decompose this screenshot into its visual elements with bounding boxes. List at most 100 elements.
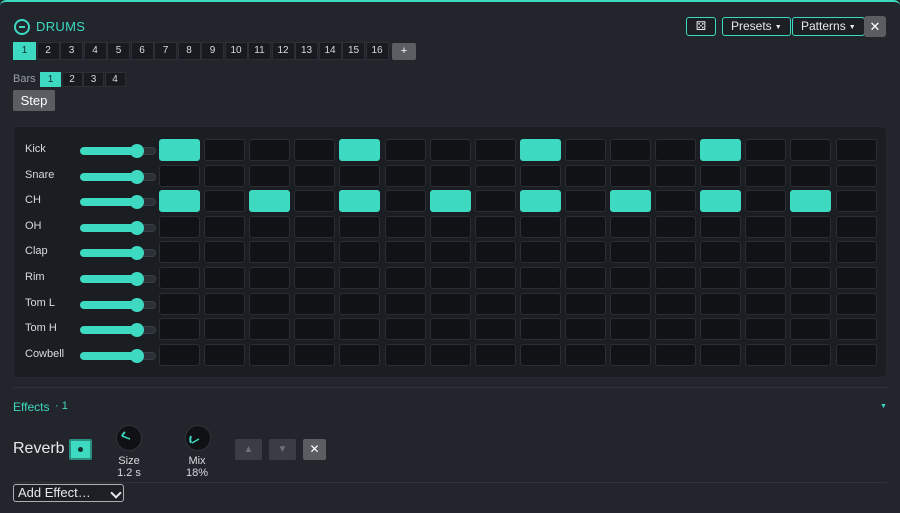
step-cell[interactable] bbox=[564, 343, 606, 366]
pattern-tab[interactable]: 9 bbox=[201, 42, 224, 60]
step-cell[interactable] bbox=[204, 241, 246, 264]
step-cell[interactable] bbox=[294, 241, 336, 264]
step-cell[interactable] bbox=[564, 164, 606, 187]
slider-thumb[interactable] bbox=[130, 220, 144, 235]
presets-button[interactable]: Presets ▼ bbox=[722, 17, 791, 36]
step-cell[interactable] bbox=[339, 343, 381, 366]
step-cell[interactable] bbox=[835, 343, 877, 366]
move-up-button[interactable]: ▲ bbox=[235, 439, 262, 460]
step-cell[interactable] bbox=[204, 190, 246, 213]
step-cell[interactable] bbox=[835, 241, 877, 264]
step-cell[interactable] bbox=[159, 318, 200, 341]
move-down-button[interactable]: ▼ bbox=[269, 439, 296, 460]
step-cell[interactable] bbox=[249, 292, 291, 315]
step-cell[interactable] bbox=[790, 215, 832, 238]
track-volume-slider[interactable] bbox=[80, 169, 156, 184]
step-cell[interactable] bbox=[429, 318, 471, 341]
close-button[interactable]: ✕ bbox=[864, 16, 886, 37]
bar-tab[interactable]: 1 bbox=[40, 72, 61, 87]
step-cell[interactable] bbox=[294, 292, 336, 315]
step-cell[interactable] bbox=[519, 190, 561, 213]
pattern-tab[interactable]: 8 bbox=[177, 42, 201, 60]
step-cell[interactable] bbox=[745, 318, 787, 341]
step-cell[interactable] bbox=[745, 190, 787, 213]
track-volume-slider[interactable] bbox=[80, 297, 156, 312]
step-cell[interactable] bbox=[610, 215, 651, 238]
step-cell[interactable] bbox=[249, 241, 291, 264]
track-volume-slider[interactable] bbox=[80, 195, 156, 210]
step-cell[interactable] bbox=[610, 318, 651, 341]
step-cell[interactable] bbox=[159, 139, 200, 161]
step-cell[interactable] bbox=[519, 164, 561, 187]
step-cell[interactable] bbox=[835, 267, 877, 289]
step-cell[interactable] bbox=[655, 343, 697, 366]
effect-enable-toggle[interactable] bbox=[69, 439, 92, 460]
step-cell[interactable] bbox=[249, 164, 291, 187]
step-cell[interactable] bbox=[835, 190, 877, 213]
step-cell[interactable] bbox=[429, 343, 471, 366]
size-knob[interactable] bbox=[116, 425, 142, 451]
step-cell[interactable] bbox=[519, 343, 561, 366]
step-cell[interactable] bbox=[790, 241, 832, 264]
step-cell[interactable] bbox=[564, 267, 606, 289]
chevron-down-icon[interactable]: ▼ bbox=[880, 403, 887, 410]
step-cell[interactable] bbox=[700, 139, 742, 161]
step-cell[interactable] bbox=[655, 190, 697, 213]
step-cell[interactable] bbox=[159, 164, 200, 187]
pattern-tab[interactable]: 3 bbox=[60, 42, 83, 60]
step-cell[interactable] bbox=[745, 267, 787, 289]
step-cell[interactable] bbox=[519, 241, 561, 264]
step-cell[interactable] bbox=[745, 343, 787, 366]
step-cell[interactable] bbox=[564, 241, 606, 264]
add-effect-select[interactable]: Add Effect… bbox=[13, 484, 124, 502]
step-cell[interactable] bbox=[564, 190, 606, 213]
step-cell[interactable] bbox=[655, 164, 697, 187]
step-cell[interactable] bbox=[655, 241, 697, 264]
step-cell[interactable] bbox=[429, 267, 471, 289]
step-cell[interactable] bbox=[700, 241, 742, 264]
step-cell[interactable] bbox=[339, 318, 381, 341]
step-cell[interactable] bbox=[294, 343, 336, 366]
step-cell[interactable] bbox=[474, 215, 516, 238]
step-cell[interactable] bbox=[610, 139, 651, 161]
slider-thumb[interactable] bbox=[130, 323, 144, 338]
step-cell[interactable] bbox=[294, 164, 336, 187]
step-cell[interactable] bbox=[474, 164, 516, 187]
step-cell[interactable] bbox=[429, 139, 471, 161]
track-volume-slider[interactable] bbox=[80, 272, 156, 286]
step-cell[interactable] bbox=[339, 190, 381, 213]
step-cell[interactable] bbox=[384, 318, 426, 341]
track-volume-slider[interactable] bbox=[80, 144, 156, 158]
step-cell[interactable] bbox=[204, 215, 246, 238]
step-cell[interactable] bbox=[610, 190, 651, 213]
step-cell[interactable] bbox=[159, 190, 200, 213]
step-cell[interactable] bbox=[249, 343, 291, 366]
step-cell[interactable] bbox=[655, 318, 697, 341]
step-cell[interactable] bbox=[429, 164, 471, 187]
step-cell[interactable] bbox=[610, 241, 651, 264]
step-cell[interactable] bbox=[474, 241, 516, 264]
collapse-icon[interactable] bbox=[14, 19, 30, 35]
step-cell[interactable] bbox=[384, 139, 426, 161]
step-cell[interactable] bbox=[474, 267, 516, 289]
step-cell[interactable] bbox=[700, 318, 742, 341]
track-volume-slider[interactable] bbox=[80, 246, 156, 261]
step-cell[interactable] bbox=[429, 215, 471, 238]
step-cell[interactable] bbox=[249, 139, 291, 161]
pattern-tab[interactable]: 12 bbox=[271, 42, 295, 60]
bar-tab[interactable]: 2 bbox=[61, 72, 83, 87]
step-cell[interactable] bbox=[835, 292, 877, 315]
pattern-tab[interactable]: 14 bbox=[318, 42, 342, 60]
step-cell[interactable] bbox=[474, 343, 516, 366]
slider-thumb[interactable] bbox=[130, 144, 144, 158]
step-cell[interactable] bbox=[384, 190, 426, 213]
step-cell[interactable] bbox=[159, 343, 200, 366]
step-cell[interactable] bbox=[294, 215, 336, 238]
step-cell[interactable] bbox=[745, 139, 787, 161]
step-cell[interactable] bbox=[204, 164, 246, 187]
step-cell[interactable] bbox=[159, 241, 200, 264]
track-volume-slider[interactable] bbox=[80, 348, 156, 363]
pattern-tab[interactable]: 4 bbox=[83, 42, 107, 60]
step-cell[interactable] bbox=[204, 343, 246, 366]
step-cell[interactable] bbox=[339, 215, 381, 238]
